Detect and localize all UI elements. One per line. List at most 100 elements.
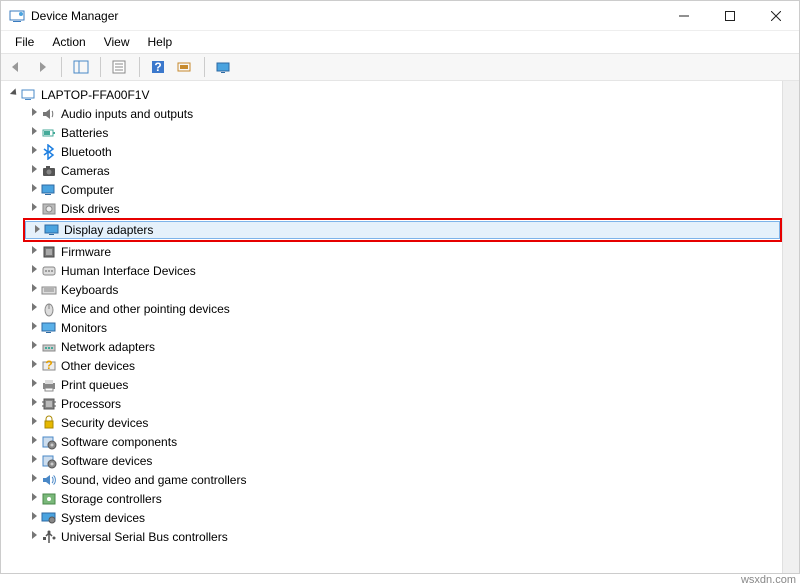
- device-tree[interactable]: LAPTOP-FFA00F1V Audio inputs and outputs…: [1, 81, 782, 573]
- tree-item[interactable]: Firmware: [23, 242, 782, 261]
- expand-icon[interactable]: [27, 146, 41, 157]
- tree-item[interactable]: Mice and other pointing devices: [23, 299, 782, 318]
- storage-icon: [41, 491, 57, 507]
- tree-item-row[interactable]: System devices: [23, 508, 782, 527]
- expand-icon[interactable]: [27, 398, 41, 409]
- tree-item[interactable]: Cameras: [23, 161, 782, 180]
- tree-item[interactable]: Monitors: [23, 318, 782, 337]
- help-button[interactable]: ?: [148, 56, 170, 78]
- expand-icon[interactable]: [27, 493, 41, 504]
- tree-item-row[interactable]: Human Interface Devices: [23, 261, 782, 280]
- expand-icon[interactable]: [27, 284, 41, 295]
- expand-icon[interactable]: [27, 165, 41, 176]
- system-icon: [41, 510, 57, 526]
- expand-icon[interactable]: [27, 108, 41, 119]
- tree-item-row[interactable]: Storage controllers: [23, 489, 782, 508]
- tree-item-row[interactable]: Software devices: [23, 451, 782, 470]
- tree-item-row[interactable]: Computer: [23, 180, 782, 199]
- tree-item-row[interactable]: Firmware: [23, 242, 782, 261]
- expand-icon[interactable]: [27, 474, 41, 485]
- chip-icon: [41, 244, 57, 260]
- tree-item-row[interactable]: Software components: [23, 432, 782, 451]
- tree-item[interactable]: Universal Serial Bus controllers: [23, 527, 782, 546]
- expand-icon[interactable]: [27, 531, 41, 542]
- menu-file[interactable]: File: [7, 33, 42, 51]
- minimize-button[interactable]: [661, 1, 707, 31]
- tree-item-row[interactable]: Processors: [23, 394, 782, 413]
- back-button[interactable]: [5, 56, 27, 78]
- battery-icon: [41, 125, 57, 141]
- tree-item[interactable]: Storage controllers: [23, 489, 782, 508]
- expand-icon[interactable]: [27, 265, 41, 276]
- tree-item[interactable]: Print queues: [23, 375, 782, 394]
- close-button[interactable]: [753, 1, 799, 31]
- tree-item[interactable]: Human Interface Devices: [23, 261, 782, 280]
- tree-item-row[interactable]: Keyboards: [23, 280, 782, 299]
- tree-item[interactable]: ?Other devices: [23, 356, 782, 375]
- tree-item-row[interactable]: Universal Serial Bus controllers: [23, 527, 782, 546]
- tree-item-row[interactable]: Security devices: [23, 413, 782, 432]
- tree-item[interactable]: Software devices: [23, 451, 782, 470]
- menu-action[interactable]: Action: [44, 33, 93, 51]
- tree-item[interactable]: System devices: [23, 508, 782, 527]
- show-hide-tree-button[interactable]: [70, 56, 92, 78]
- tree-item[interactable]: Keyboards: [23, 280, 782, 299]
- expand-icon[interactable]: [27, 303, 41, 314]
- tree-item-row[interactable]: Audio inputs and outputs: [23, 104, 782, 123]
- menu-bar: File Action View Help: [1, 31, 799, 53]
- menu-view[interactable]: View: [96, 33, 138, 51]
- tree-item[interactable]: Security devices: [23, 413, 782, 432]
- forward-button[interactable]: [31, 56, 53, 78]
- expand-icon[interactable]: [27, 184, 41, 195]
- printer-icon: [41, 377, 57, 393]
- scan-hardware-button[interactable]: [174, 56, 196, 78]
- properties-button[interactable]: [109, 56, 131, 78]
- tree-item-label: Network adapters: [61, 340, 155, 354]
- expand-icon[interactable]: [27, 203, 41, 214]
- maximize-button[interactable]: [707, 1, 753, 31]
- sound-icon: [41, 472, 57, 488]
- tree-item-row[interactable]: Cameras: [23, 161, 782, 180]
- expand-icon[interactable]: [27, 341, 41, 352]
- tree-item-row[interactable]: Print queues: [23, 375, 782, 394]
- tree-item[interactable]: Computer: [23, 180, 782, 199]
- root-node[interactable]: LAPTOP-FFA00F1V: [7, 85, 782, 104]
- tree-item[interactable]: Batteries: [23, 123, 782, 142]
- expand-icon[interactable]: [27, 512, 41, 523]
- tree-item-row[interactable]: Display adapters: [25, 221, 780, 239]
- tree-item[interactable]: Sound, video and game controllers: [23, 470, 782, 489]
- menu-help[interactable]: Help: [140, 33, 181, 51]
- expand-icon[interactable]: [27, 379, 41, 390]
- tree-item-row[interactable]: Mice and other pointing devices: [23, 299, 782, 318]
- expand-icon[interactable]: [27, 246, 41, 257]
- expand-icon[interactable]: [27, 360, 41, 371]
- tree-item[interactable]: Display adapters: [23, 218, 782, 242]
- expand-icon[interactable]: [27, 322, 41, 333]
- security-icon: [41, 415, 57, 431]
- expand-icon[interactable]: [7, 89, 21, 100]
- expand-icon[interactable]: [27, 455, 41, 466]
- tree-item-label: Software components: [61, 435, 177, 449]
- tree-item-row[interactable]: ?Other devices: [23, 356, 782, 375]
- hid-icon: [41, 263, 57, 279]
- expand-icon[interactable]: [27, 127, 41, 138]
- tree-item-row[interactable]: Disk drives: [23, 199, 782, 218]
- tree-item[interactable]: Processors: [23, 394, 782, 413]
- tree-item[interactable]: Audio inputs and outputs: [23, 104, 782, 123]
- tree-item-label: Audio inputs and outputs: [61, 107, 193, 121]
- tree-item[interactable]: Disk drives: [23, 199, 782, 218]
- tree-item-row[interactable]: Monitors: [23, 318, 782, 337]
- tree-item[interactable]: Bluetooth: [23, 142, 782, 161]
- expand-icon[interactable]: [27, 436, 41, 447]
- tree-item[interactable]: Network adapters: [23, 337, 782, 356]
- expand-icon[interactable]: [30, 225, 44, 236]
- expand-icon[interactable]: [27, 417, 41, 428]
- vertical-scrollbar[interactable]: [782, 81, 799, 573]
- tree-item-row[interactable]: Batteries: [23, 123, 782, 142]
- tree-item-row[interactable]: Bluetooth: [23, 142, 782, 161]
- tree-item-row[interactable]: Sound, video and game controllers: [23, 470, 782, 489]
- devices-by-type-button[interactable]: [213, 56, 235, 78]
- tree-item-row[interactable]: Network adapters: [23, 337, 782, 356]
- software-icon: [41, 434, 57, 450]
- tree-item[interactable]: Software components: [23, 432, 782, 451]
